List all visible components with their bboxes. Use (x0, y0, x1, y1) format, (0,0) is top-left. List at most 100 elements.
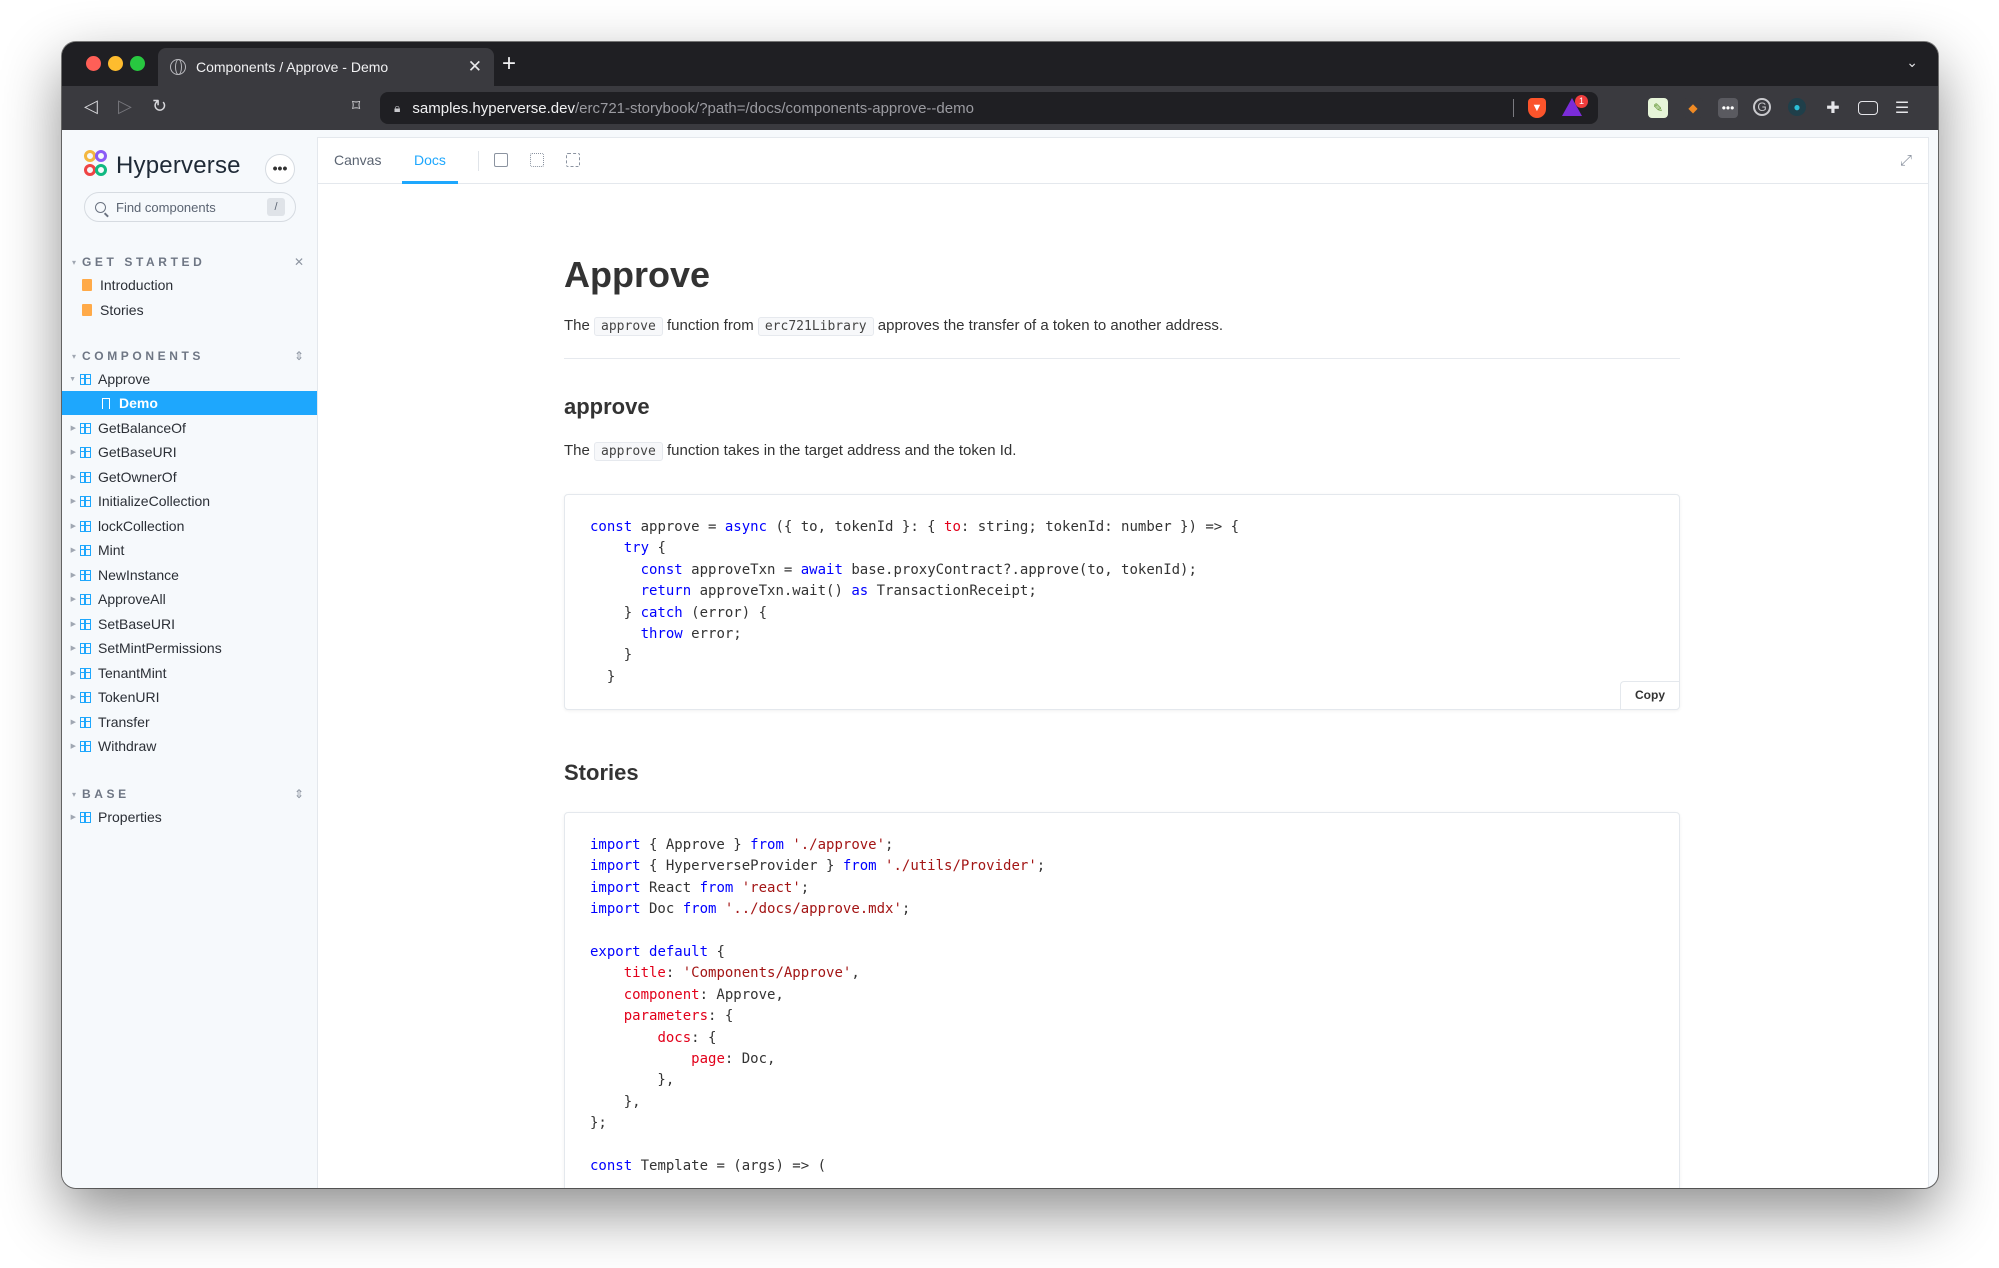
reload-icon[interactable]: ↻ (152, 96, 167, 117)
extension-dots-icon[interactable]: ••• (1718, 98, 1738, 118)
sidebar-item-label: SetBaseURI (98, 616, 176, 632)
url-host: samples.hyperverse.dev (412, 99, 575, 117)
sidebar: Hyperverse ••• Find components / ▾ GET S… (62, 130, 318, 1188)
tab-docs[interactable]: Docs (402, 138, 458, 184)
component-icon (80, 544, 91, 556)
extension-green-icon[interactable]: ✎ (1648, 98, 1668, 118)
hyperverse-logo-icon (84, 150, 110, 182)
tab-list-chevron-icon[interactable]: ⌄ (1906, 54, 1918, 71)
sidebar-item-demo[interactable]: Demo (62, 391, 318, 415)
sidebar-item-label: Mint (98, 542, 125, 558)
sidebar-item-initializecollection[interactable]: ▶ InitializeCollection (62, 489, 318, 513)
code-stories-source: import { Approve } from './approve'; imp… (590, 837, 1046, 1175)
lock-icon: 🔒︎ (394, 100, 401, 115)
puzzle-icon[interactable]: ✚ (1823, 98, 1843, 118)
sidebar-item-label: GetBaseURI (98, 444, 177, 460)
sidebar-item-setmintpermissions[interactable]: ▶ SetMintPermissions (62, 636, 318, 660)
sidebar-item-label: SetMintPermissions (98, 640, 222, 656)
collapse-all-icon[interactable]: ✕ (294, 255, 304, 269)
collapsed-caret-icon: ▶ (70, 670, 76, 677)
document-icon (82, 304, 92, 316)
menu-icon[interactable]: ☰ (1892, 98, 1912, 118)
address-separator (1513, 99, 1514, 117)
sidebar-item-introduction[interactable]: Introduction (62, 273, 318, 297)
close-tab-icon[interactable]: ✕ (468, 57, 482, 77)
sidebar-item-tokenuri[interactable]: ▶ TokenURI (62, 685, 318, 709)
component-icon (80, 716, 91, 728)
extension-teal-icon[interactable]: ● (1788, 98, 1806, 116)
search-input[interactable]: Find components / (84, 192, 296, 222)
more-options-button[interactable]: ••• (265, 154, 295, 184)
copy-button[interactable]: Copy (1620, 681, 1679, 709)
collapsed-caret-icon: ▶ (70, 449, 76, 456)
sidebar-item-getbaseuri[interactable]: ▶ GetBaseURI (62, 440, 318, 464)
sidebar-item-newinstance[interactable]: ▶ NewInstance (62, 563, 318, 587)
search-icon (95, 201, 106, 213)
sidebar-item-tenantmint[interactable]: ▶ TenantMint (62, 661, 318, 685)
collapsed-caret-icon: ▶ (70, 596, 76, 603)
component-icon (80, 618, 91, 630)
collapsed-caret-icon: ▶ (70, 621, 76, 628)
brand[interactable]: Hyperverse (84, 150, 241, 182)
sidebar-item-transfer[interactable]: ▶ Transfer (62, 710, 318, 734)
collapsed-caret-icon: ▶ (70, 645, 76, 652)
forward-icon[interactable]: ▷ (118, 96, 132, 117)
bookmark-icon[interactable]: ⌑ (352, 96, 360, 116)
section-heading-approve: approve (564, 394, 650, 419)
tab-canvas[interactable]: Canvas (322, 138, 393, 184)
sidebar-item-label: Demo (119, 395, 158, 411)
sidebar-item-getownerof[interactable]: ▶ GetOwnerOf (62, 465, 318, 489)
component-icon (80, 740, 91, 752)
sidebar-item-label: lockCollection (98, 518, 185, 534)
new-tab-button[interactable]: + (502, 50, 516, 78)
sidebar-item-approve[interactable]: ▼ Approve (62, 367, 318, 391)
section-label: BASE (82, 787, 130, 801)
extension-circle-icon[interactable]: G (1753, 98, 1771, 116)
section-label: COMPONENTS (82, 349, 205, 363)
metamask-icon[interactable]: ◆ (1683, 98, 1703, 118)
sidebar-item-getbalanceof[interactable]: ▶ GetBalanceOf (62, 416, 318, 440)
story-bookmark-icon (102, 397, 110, 409)
section-heading-stories: Stories (564, 760, 639, 785)
collapsed-caret-icon: ▶ (70, 498, 76, 505)
section-get-started[interactable]: ▾ GET STARTED ✕ (72, 252, 308, 272)
code-block-approve[interactable]: const approve = async ({ to, tokenId }: … (564, 494, 1680, 710)
sidebar-item-approveall[interactable]: ▶ ApproveAll (62, 587, 318, 611)
browser-tab[interactable]: Components / Approve - Demo ✕ (158, 48, 494, 86)
brave-shields-icon[interactable]: ▼ (1528, 98, 1546, 118)
expand-collapse-icon[interactable]: ⇕ (294, 787, 304, 801)
expand-collapse-icon[interactable]: ⇕ (294, 349, 304, 363)
code-block-stories[interactable]: import { Approve } from './approve'; imp… (564, 812, 1680, 1188)
browser-window: Components / Approve - Demo ✕ + ⌄ ◁ ▷ ↻ … (62, 42, 1938, 1188)
section-base[interactable]: ▾ BASE ⇕ (72, 784, 308, 804)
sidebar-item-setbaseuri[interactable]: ▶ SetBaseURI (62, 612, 318, 636)
sidebar-item-label: Stories (100, 302, 144, 318)
collapsed-caret-icon: ▶ (70, 814, 76, 821)
sidebar-item-label: GetBalanceOf (98, 420, 186, 436)
intro-text-2: function from (662, 317, 758, 334)
sidebar-item-properties[interactable]: ▶ Properties (62, 805, 318, 829)
wallet-icon[interactable] (1858, 101, 1878, 115)
collapsed-caret-icon: ▶ (70, 719, 76, 726)
intro-paragraph: The approve function from erc721Library … (564, 317, 1223, 336)
storybook-app: Hyperverse ••• Find components / ▾ GET S… (62, 130, 1938, 1188)
address-bar[interactable]: 🔒︎ samples.hyperverse.dev/erc721-storybo… (380, 92, 1598, 124)
sidebar-item-stories[interactable]: Stories (62, 298, 318, 322)
divider (564, 358, 1680, 359)
close-window-button[interactable] (86, 56, 101, 71)
approve-paragraph: The approve function takes in the target… (564, 442, 1016, 461)
sidebar-item-lockcollection[interactable]: ▶ lockCollection (62, 514, 318, 538)
maximize-window-button[interactable] (130, 56, 145, 71)
main-panel: Canvas Docs ⤢ Approve The approve functi… (318, 138, 1928, 1188)
outline-icon[interactable] (566, 153, 580, 167)
collapsed-caret-icon: ▶ (70, 743, 76, 750)
sidebar-item-mint[interactable]: ▶ Mint (62, 538, 318, 562)
sidebar-item-withdraw[interactable]: ▶ Withdraw (62, 734, 318, 758)
back-icon[interactable]: ◁ (84, 96, 98, 117)
minimize-window-button[interactable] (108, 56, 123, 71)
fullscreen-icon[interactable]: ⤢ (1900, 152, 1912, 169)
grid-icon[interactable] (530, 153, 544, 167)
section-components[interactable]: ▾ COMPONENTS ⇕ (72, 346, 308, 366)
collapsed-caret-icon: ▶ (70, 474, 76, 481)
background-image-icon[interactable] (494, 153, 508, 167)
